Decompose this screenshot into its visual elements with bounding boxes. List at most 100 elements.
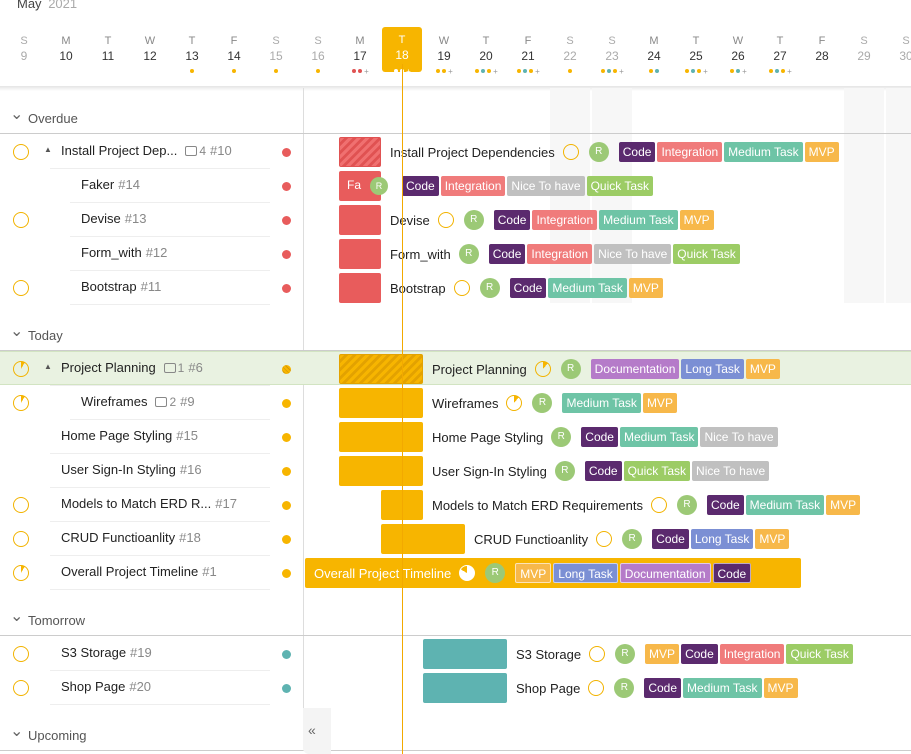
tag-integration[interactable]: Integration: [532, 210, 598, 230]
day-column-27[interactable]: T 27 +: [760, 34, 800, 76]
assignee-avatar[interactable]: R: [458, 244, 479, 264]
status-circle-icon[interactable]: [13, 144, 29, 160]
group-header-overdue[interactable]: ⌄ Overdue: [0, 104, 911, 134]
tag-mvp[interactable]: MVP: [679, 210, 714, 230]
assignee-avatar[interactable]: R: [676, 495, 697, 515]
day-column-24[interactable]: M 24: [634, 34, 674, 73]
tag-integration[interactable]: Integration: [440, 176, 506, 196]
task-row-user-sign-in-styling[interactable]: User Sign-In Styling #16: [0, 454, 303, 488]
status-circle-icon[interactable]: [13, 680, 29, 696]
tag-mvp[interactable]: MVP: [645, 644, 680, 664]
assignee-avatar[interactable]: R: [370, 177, 388, 195]
tag-mvp[interactable]: MVP: [745, 359, 780, 379]
day-column-28[interactable]: F 28: [802, 34, 842, 64]
task-name[interactable]: Wireframes 2 #9: [81, 394, 195, 409]
task-row-wireframes[interactable]: Wireframes 2 #9: [0, 386, 303, 420]
assignee-avatar[interactable]: R: [614, 678, 635, 698]
status-circle-icon[interactable]: [13, 565, 29, 581]
day-column-9[interactable]: S9: [4, 34, 44, 64]
tag-mvp[interactable]: MVP: [755, 529, 790, 549]
tag-quick-task[interactable]: Quick Task: [673, 244, 740, 264]
tag-mvp[interactable]: MVP: [763, 678, 798, 698]
tag-quick-task[interactable]: Quick Task: [586, 176, 654, 196]
task-name[interactable]: Install Project Dep... 4 #10: [61, 143, 232, 158]
gantt-bar-s3-storage[interactable]: [423, 639, 507, 669]
task-row-crud-functioanlity[interactable]: CRUD Functioanlity #18: [0, 522, 303, 556]
assignee-avatar[interactable]: R: [463, 210, 484, 230]
tag-code[interactable]: Code: [652, 529, 689, 549]
tag-nice-to-have[interactable]: Nice To have: [700, 427, 778, 447]
day-column-14[interactable]: F 14: [214, 34, 254, 73]
tag-mvp[interactable]: MVP: [628, 278, 663, 298]
day-column-19[interactable]: W 19 +: [424, 34, 464, 76]
tag-mvp[interactable]: MVP: [804, 142, 839, 162]
task-name[interactable]: Shop Page #20: [61, 679, 151, 694]
tag-long-task[interactable]: Long Task: [681, 359, 744, 379]
tag-medium-task[interactable]: Medium Task: [683, 678, 762, 698]
day-column-16[interactable]: S 16: [298, 34, 338, 73]
collapse-panel-button[interactable]: «: [303, 708, 331, 754]
task-row-install-project-dep[interactable]: ▲ Install Project Dep... 4 #10: [0, 135, 303, 169]
tag-medium-task[interactable]: Medium Task: [745, 495, 825, 515]
tag-mvp[interactable]: MVP: [642, 393, 677, 413]
tag-medium-task[interactable]: Medium Task: [599, 210, 678, 230]
assignee-avatar[interactable]: R: [560, 359, 581, 379]
status-circle-icon[interactable]: [13, 280, 29, 296]
tag-medium-task[interactable]: Medium Task: [619, 427, 699, 447]
day-column-10[interactable]: M 10: [46, 34, 86, 64]
expand-caret-icon[interactable]: ▲: [44, 145, 52, 154]
tag-documentation[interactable]: Documentation: [590, 359, 680, 379]
gantt-bar-wireframes[interactable]: [339, 388, 423, 418]
task-name[interactable]: CRUD Functioanlity #18: [61, 530, 201, 545]
gantt-bar-shop-page[interactable]: [423, 673, 507, 703]
task-name[interactable]: Overall Project Timeline #1: [61, 564, 217, 579]
day-column-15[interactable]: S 15: [256, 34, 296, 73]
assignee-avatar[interactable]: R: [551, 427, 572, 447]
task-name[interactable]: Bootstrap #11: [81, 279, 161, 294]
assignee-avatar[interactable]: R: [615, 644, 636, 664]
tag-mvp[interactable]: MVP: [826, 495, 861, 515]
assignee-avatar[interactable]: R: [532, 393, 553, 413]
task-name[interactable]: Faker #14: [81, 177, 140, 192]
tag-nice-to-have[interactable]: Nice To have: [507, 176, 585, 196]
gantt-bar-devise[interactable]: [339, 205, 381, 235]
task-name[interactable]: Devise #13: [81, 211, 146, 226]
task-row-s3-storage[interactable]: S3 Storage #19: [0, 637, 303, 671]
task-row-overall-project-timeline[interactable]: Overall Project Timeline #1: [0, 556, 303, 590]
status-circle-icon[interactable]: [13, 531, 29, 547]
tag-code[interactable]: Code: [706, 495, 744, 515]
tag-mvp[interactable]: MVP: [515, 563, 552, 583]
task-name[interactable]: Project Planning 1 #6: [61, 360, 203, 375]
task-name[interactable]: Home Page Styling #15: [61, 428, 198, 443]
day-column-23[interactable]: S 23 +: [592, 34, 632, 76]
day-column-22[interactable]: S 22: [550, 34, 590, 73]
tag-medium-task[interactable]: Medium Task: [548, 278, 627, 298]
gantt-bar-project-planning[interactable]: [339, 354, 423, 384]
tag-code[interactable]: Code: [644, 678, 682, 698]
task-row-bootstrap[interactable]: Bootstrap #11: [0, 271, 303, 305]
tag-long-task[interactable]: Long Task: [690, 529, 754, 549]
gantt-bar-crud-functioanlity[interactable]: [381, 524, 465, 554]
day-column-25[interactable]: T 25 +: [676, 34, 716, 76]
gantt-bar-install-project-dep[interactable]: [339, 137, 381, 167]
assignee-avatar[interactable]: R: [479, 278, 500, 298]
expand-caret-icon[interactable]: ▲: [44, 362, 52, 371]
status-circle-icon[interactable]: [13, 497, 29, 513]
task-name[interactable]: S3 Storage #19: [61, 645, 152, 660]
tag-nice-to-have[interactable]: Nice To have: [594, 244, 672, 264]
assignee-avatar[interactable]: R: [588, 142, 609, 162]
day-column-11[interactable]: T 11: [88, 34, 128, 64]
gantt-bar-user-sign-in-styling[interactable]: [339, 456, 423, 486]
tag-code[interactable]: Code: [509, 278, 547, 298]
tag-documentation[interactable]: Documentation: [619, 563, 711, 583]
day-column-30[interactable]: S 30: [886, 34, 911, 64]
tag-code[interactable]: Code: [712, 563, 752, 583]
tag-integration[interactable]: Integration: [657, 142, 723, 162]
day-column-17[interactable]: M 17 +: [340, 34, 380, 76]
tag-integration[interactable]: Integration: [527, 244, 593, 264]
gantt-bar-home-page-styling[interactable]: [339, 422, 423, 452]
status-circle-icon[interactable]: [13, 395, 29, 411]
gantt-bar-form-with[interactable]: [339, 239, 381, 269]
assignee-avatar[interactable]: R: [622, 529, 643, 549]
tag-code[interactable]: Code: [402, 176, 439, 196]
